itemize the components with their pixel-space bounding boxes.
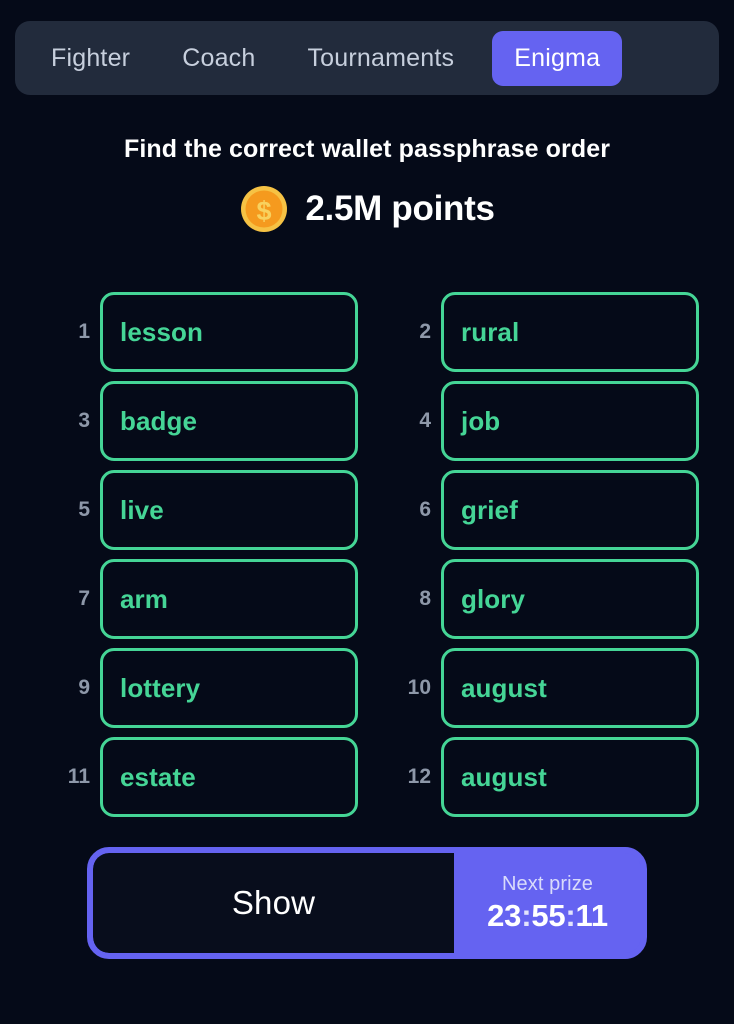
passphrase-word-label-3: badge	[120, 405, 198, 436]
passphrase-cell-10: 10 august	[403, 648, 699, 728]
svg-text:$: $	[257, 196, 272, 226]
top-navigation-bar: Fighter Coach Tournaments Enigma	[15, 21, 719, 95]
passphrase-word-label-7: arm	[120, 583, 168, 614]
passphrase-word-box-2[interactable]: rural	[441, 292, 699, 372]
countdown-minutes: 55	[531, 897, 566, 933]
passphrase-index-4: 4	[419, 409, 431, 432]
passphrase-word-box-4[interactable]: job	[441, 381, 699, 461]
passphrase-cell-4: 4 job	[403, 381, 699, 461]
passphrase-index-12: 12	[407, 765, 431, 788]
passphrase-word-box-7[interactable]: arm	[100, 559, 358, 639]
passphrase-word-label-4: job	[461, 405, 501, 436]
passphrase-index-1: 1	[78, 320, 90, 343]
passphrase-word-label-12: august	[461, 761, 547, 792]
show-button-label: Show	[231, 884, 316, 921]
passphrase-cell-8: 8 glory	[403, 559, 699, 639]
passphrase-word-box-1[interactable]: lesson	[100, 292, 358, 372]
page-title: Find the correct wallet passphrase order	[123, 135, 611, 163]
passphrase-row: 1 lesson 2 rural	[0, 292, 734, 381]
passphrase-cell-11: 11 estate	[62, 737, 358, 817]
passphrase-row: 7 arm 8 glory	[0, 559, 734, 648]
show-button[interactable]: Show	[93, 853, 454, 953]
passphrase-word-label-6: grief	[461, 494, 518, 525]
next-prize-label: Next prize	[501, 872, 594, 895]
passphrase-word-label-10: august	[461, 672, 547, 703]
passphrase-index-6: 6	[419, 498, 431, 521]
passphrase-cell-12: 12 august	[403, 737, 699, 817]
gold-coin-dollar-icon: $	[241, 186, 288, 232]
passphrase-row: 3 badge 4 job	[0, 381, 734, 470]
passphrase-word-label-9: lottery	[120, 672, 201, 703]
passphrase-row: 11 estate 12 august	[0, 737, 734, 826]
countdown-seconds: 11	[575, 897, 609, 933]
passphrase-cell-5: 5 live	[62, 470, 358, 550]
nav-item-enigma[interactable]: Enigma	[492, 30, 623, 86]
passphrase-row: 5 live 6 grief	[0, 470, 734, 559]
passphrase-word-label-5: live	[120, 494, 164, 525]
passphrase-word-label-8: glory	[461, 583, 526, 614]
passphrase-cell-2: 2 rural	[403, 292, 699, 372]
passphrase-index-11: 11	[67, 765, 90, 788]
passphrase-grid: 1 lesson 2 rural 3 badge 4 job 5 live 6 …	[0, 292, 734, 826]
passphrase-cell-9: 9 lottery	[62, 648, 358, 728]
countdown-hours: 23	[487, 897, 522, 933]
points-row: $ 2.5M points	[0, 184, 734, 234]
nav-item-fighter[interactable]: Fighter	[51, 32, 130, 85]
next-prize-panel[interactable]: Next prize 23:55:11	[454, 853, 641, 953]
countdown-separator: :	[565, 897, 576, 933]
points-amount: 2.5M points	[305, 189, 495, 228]
next-prize-countdown: 23:55:11	[487, 898, 608, 934]
nav-item-coach[interactable]: Coach	[182, 32, 255, 85]
passphrase-row: 9 lottery 10 august	[0, 648, 734, 737]
nav-item-tournaments[interactable]: Tournaments	[307, 32, 454, 85]
passphrase-word-box-5[interactable]: live	[100, 470, 358, 550]
passphrase-index-10: 10	[407, 676, 431, 699]
passphrase-index-2: 2	[419, 320, 431, 343]
passphrase-word-box-10[interactable]: august	[441, 648, 699, 728]
passphrase-word-label-2: rural	[461, 316, 520, 347]
passphrase-cell-6: 6 grief	[403, 470, 699, 550]
passphrase-word-box-12[interactable]: august	[441, 737, 699, 817]
passphrase-word-box-11[interactable]: estate	[100, 737, 358, 817]
passphrase-word-box-3[interactable]: badge	[100, 381, 358, 461]
passphrase-index-7: 7	[78, 587, 90, 610]
passphrase-word-box-9[interactable]: lottery	[100, 648, 358, 728]
passphrase-index-9: 9	[78, 676, 90, 699]
passphrase-index-3: 3	[78, 409, 90, 432]
passphrase-cell-7: 7 arm	[62, 559, 358, 639]
passphrase-cell-1: 1 lesson	[62, 292, 358, 372]
passphrase-word-box-6[interactable]: grief	[441, 470, 699, 550]
passphrase-cell-3: 3 badge	[62, 381, 358, 461]
passphrase-word-label-11: estate	[120, 761, 196, 792]
enigma-screen: Fighter Coach Tournaments Enigma Find th…	[0, 0, 734, 1024]
passphrase-index-8: 8	[419, 587, 431, 610]
passphrase-index-5: 5	[78, 498, 90, 521]
passphrase-word-label-1: lesson	[120, 316, 203, 347]
passphrase-word-box-8[interactable]: glory	[441, 559, 699, 639]
countdown-separator: :	[521, 897, 532, 933]
bottom-action-bar: Show Next prize 23:55:11	[87, 847, 647, 959]
